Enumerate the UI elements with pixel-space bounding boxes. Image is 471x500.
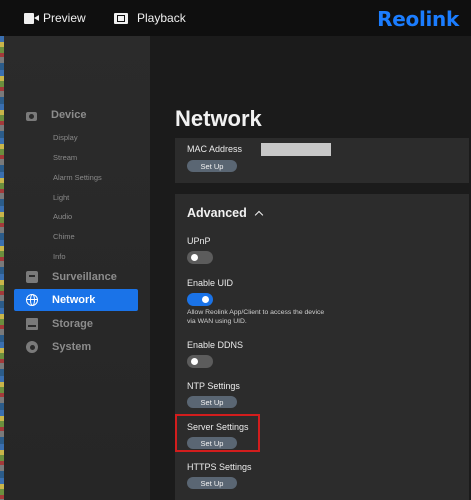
sidebar-subitem-alarm-settings[interactable]: Alarm Settings [53, 173, 102, 182]
ntp-setup-button[interactable]: Set Up [187, 396, 237, 408]
page-title: Network [175, 106, 262, 131]
sidebar-subitem-display[interactable]: Display [53, 133, 78, 142]
sidebar-subitem-info[interactable]: Info [53, 252, 66, 261]
advanced-title: Advanced [187, 206, 247, 220]
toggle-knob [202, 296, 209, 303]
mac-address-value [261, 143, 331, 156]
sidebar-item-device[interactable]: Device [14, 104, 138, 126]
video-camera-icon [24, 12, 39, 24]
playback-tab[interactable]: Playback [114, 0, 186, 36]
upnp-label: UPnP [187, 236, 211, 246]
enable-ddns-label: Enable DDNS [187, 340, 244, 350]
gear-icon [26, 341, 38, 353]
upnp-toggle[interactable] [187, 251, 213, 264]
sidebar-item-label: Surveillance [52, 271, 117, 283]
sidebar-item-label: Device [51, 109, 87, 121]
ntp-settings-label: NTP Settings [187, 381, 240, 391]
https-settings-label: HTTPS Settings [187, 462, 252, 472]
mac-address-card: MAC Address Set Up [175, 138, 469, 183]
playback-label: Playback [137, 11, 186, 25]
preview-tab[interactable]: Preview [24, 0, 86, 36]
preview-label: Preview [43, 11, 86, 25]
server-settings-highlight [175, 414, 260, 452]
globe-icon [26, 294, 38, 306]
sidebar-subitem-light[interactable]: Light [53, 193, 69, 202]
mac-address-label: MAC Address [187, 144, 243, 154]
sidebar-item-system[interactable]: System [14, 336, 138, 358]
sidebar-item-surveillance[interactable]: Surveillance [14, 266, 138, 288]
sidebar-item-storage[interactable]: Storage [14, 313, 138, 335]
uid-description: Allow Reolink App/Client to access the d… [187, 308, 357, 326]
camera-icon [26, 111, 37, 121]
toggle-knob [191, 358, 198, 365]
top-bar: Preview Playback Reolink [0, 0, 471, 36]
sidebar-item-label: System [52, 341, 92, 353]
advanced-card: Advanced UPnP Enable UID Allow Reolink A… [175, 194, 469, 500]
toggle-knob [191, 254, 198, 261]
sidebar-subitem-stream[interactable]: Stream [53, 153, 77, 162]
https-setup-button[interactable]: Set Up [187, 477, 237, 489]
uid-description-line1: Allow Reolink App/Client to access the d… [187, 309, 325, 316]
storage-icon [26, 318, 38, 330]
mac-setup-button[interactable]: Set Up [187, 160, 237, 172]
enable-ddns-toggle[interactable] [187, 355, 213, 368]
sidebar: Device Display Stream Alarm Settings Lig… [4, 36, 150, 500]
film-icon [114, 12, 128, 24]
sidebar-item-label: Storage [52, 318, 93, 330]
main-content: Network MAC Address Set Up Advanced UPnP… [150, 36, 471, 500]
enable-uid-toggle[interactable] [187, 293, 213, 306]
surveillance-icon [26, 271, 38, 283]
brand-logo: Reolink [377, 7, 459, 31]
enable-uid-label: Enable UID [187, 278, 234, 288]
sidebar-item-network[interactable]: Network [14, 289, 138, 311]
sidebar-subitem-audio[interactable]: Audio [53, 212, 72, 221]
sidebar-item-label: Network [52, 294, 96, 306]
chevron-up-icon [254, 210, 263, 219]
advanced-header[interactable]: Advanced [187, 206, 263, 220]
uid-description-line2: via WAN using UID. [187, 318, 247, 325]
sidebar-subitem-chime[interactable]: Chime [53, 232, 75, 241]
